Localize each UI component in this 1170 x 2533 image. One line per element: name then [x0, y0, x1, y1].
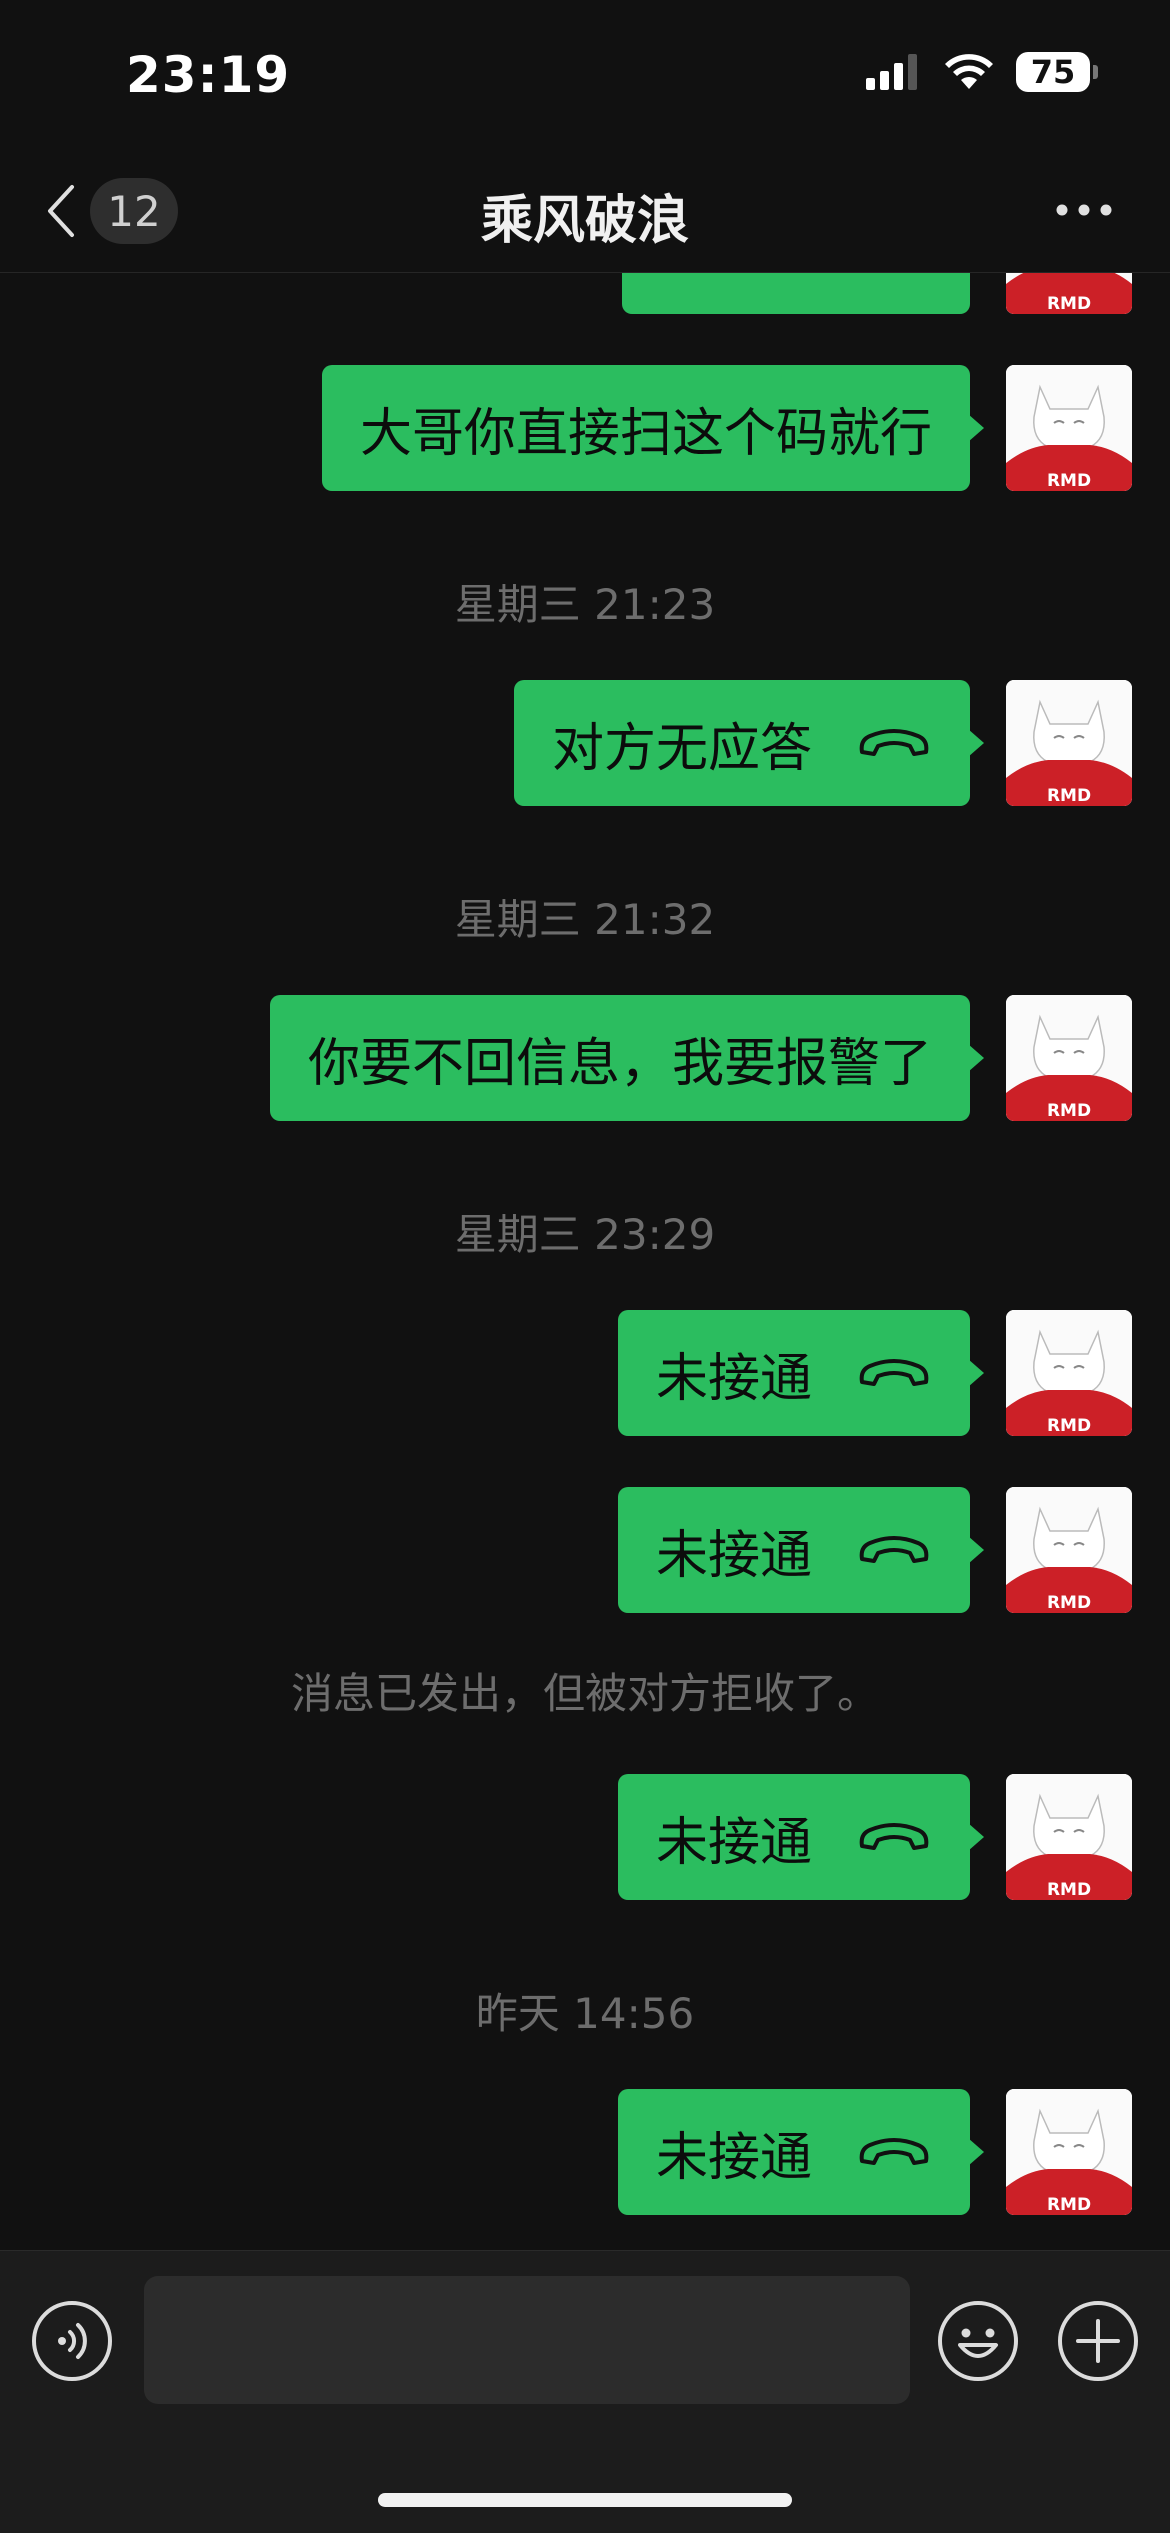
message-text: 未接通	[655, 1525, 812, 1586]
voice-input-button[interactable]	[30, 2299, 114, 2387]
home-indicator[interactable]	[378, 2493, 792, 2507]
cellular-signal-icon	[866, 54, 917, 90]
message-row: 未接通 RMD	[617, 1310, 1132, 1436]
cat-avatar-icon: RMD	[1006, 1487, 1132, 1613]
message-text: 你要不回信息，我要报警了	[307, 1033, 932, 1094]
chat-header: 12 乘风破浪	[0, 150, 1170, 273]
message-text: 未接通	[655, 1348, 812, 1409]
message-bubble[interactable]: 大哥你直接扫这个码就行	[321, 365, 985, 491]
svg-text:RMD: RMD	[1047, 1101, 1091, 1121]
avatar[interactable]: RMD	[1006, 2089, 1132, 2215]
message-bubble[interactable]: 你要不回信息，我要报警了	[269, 995, 985, 1121]
phone-hangup-icon	[856, 1531, 932, 1569]
chat-title: 乘风破浪	[480, 191, 689, 251]
timestamp: 昨天 14:56	[475, 1989, 695, 2038]
message-row: 未接通 RMD	[617, 1774, 1132, 1900]
cat-avatar-icon: RMD	[1006, 2089, 1132, 2215]
cat-avatar-icon: RMD	[1006, 365, 1132, 491]
message-text: 对方无应答	[551, 718, 812, 779]
more-functions-button[interactable]	[1056, 2299, 1140, 2387]
system-notice: 消息已发出，但被对方拒收了。	[290, 1669, 879, 1718]
phone-hangup-icon	[856, 724, 932, 762]
message-row: 未接通 RMD	[617, 1487, 1132, 1613]
timestamp: 星期三 21:23	[454, 580, 716, 629]
phone-hangup-icon	[856, 1354, 932, 1392]
avatar[interactable]: RMD	[1006, 1310, 1132, 1436]
message-row: 未接通 RMD	[617, 2089, 1132, 2215]
status-time: 23:19	[126, 46, 291, 104]
message-text: 大哥你直接扫这个码就行	[359, 403, 932, 464]
emoji-icon	[938, 2301, 1018, 2381]
phone-hangup-icon	[856, 1818, 932, 1856]
message-row: 你要不回信息，我要报警了 RMD	[269, 995, 1132, 1121]
call-bubble[interactable]: 未接通	[617, 1774, 985, 1900]
svg-text:RMD: RMD	[1047, 1880, 1091, 1900]
wifi-icon	[945, 54, 993, 89]
cat-avatar-icon: RMD	[1006, 1774, 1132, 1900]
message-row: 大哥你直接扫这个码就行 RMD	[321, 365, 1132, 491]
message-row: 对方无应答 RMD	[513, 680, 1132, 806]
cat-avatar-icon: RMD	[1006, 273, 1132, 314]
timestamp: 星期三 21:32	[454, 895, 716, 944]
voice-icon	[32, 2301, 112, 2381]
call-bubble[interactable]: 未接通	[617, 2089, 985, 2215]
message-list[interactable]: RMD 大哥你直接扫这个码就行 RMD 星期三 21:23 对方无应答 RMD …	[0, 273, 1170, 2250]
more-dots-icon	[1056, 204, 1112, 216]
message-row-partial: RMD	[622, 273, 1132, 314]
avatar[interactable]: RMD	[1006, 995, 1132, 1121]
avatar[interactable]: RMD	[1006, 680, 1132, 806]
svg-text:RMD: RMD	[1047, 786, 1091, 806]
call-bubble[interactable]: 对方无应答	[513, 680, 985, 806]
message-bubble-partial[interactable]	[622, 273, 970, 314]
battery-indicator: 75	[1016, 52, 1098, 92]
avatar[interactable]: RMD	[1006, 365, 1132, 491]
timestamp: 星期三 23:29	[454, 1210, 716, 1259]
call-bubble[interactable]: 未接通	[617, 1487, 985, 1613]
emoji-button[interactable]	[936, 2299, 1020, 2387]
avatar-label: RMD	[1047, 294, 1091, 314]
cat-avatar-icon: RMD	[1006, 680, 1132, 806]
cat-avatar-icon: RMD	[1006, 1310, 1132, 1436]
status-bar: 23:19 75	[0, 0, 1170, 150]
call-bubble[interactable]: 未接通	[617, 1310, 985, 1436]
avatar[interactable]: RMD	[1006, 1487, 1132, 1613]
input-bar	[0, 2250, 1170, 2533]
svg-text:RMD: RMD	[1047, 471, 1091, 491]
avatar[interactable]: RMD	[1006, 273, 1132, 314]
svg-text:RMD: RMD	[1047, 1416, 1091, 1436]
cat-avatar-icon: RMD	[1006, 995, 1132, 1121]
svg-text:RMD: RMD	[1047, 2195, 1091, 2215]
more-options-button[interactable]	[1054, 190, 1114, 234]
plus-icon	[1058, 2301, 1138, 2381]
svg-text:RMD: RMD	[1047, 1593, 1091, 1613]
avatar[interactable]: RMD	[1006, 1774, 1132, 1900]
message-text: 未接通	[655, 1812, 812, 1873]
message-text: 未接通	[655, 2127, 812, 2188]
phone-hangup-icon	[856, 2133, 932, 2171]
message-input[interactable]	[144, 2276, 910, 2404]
